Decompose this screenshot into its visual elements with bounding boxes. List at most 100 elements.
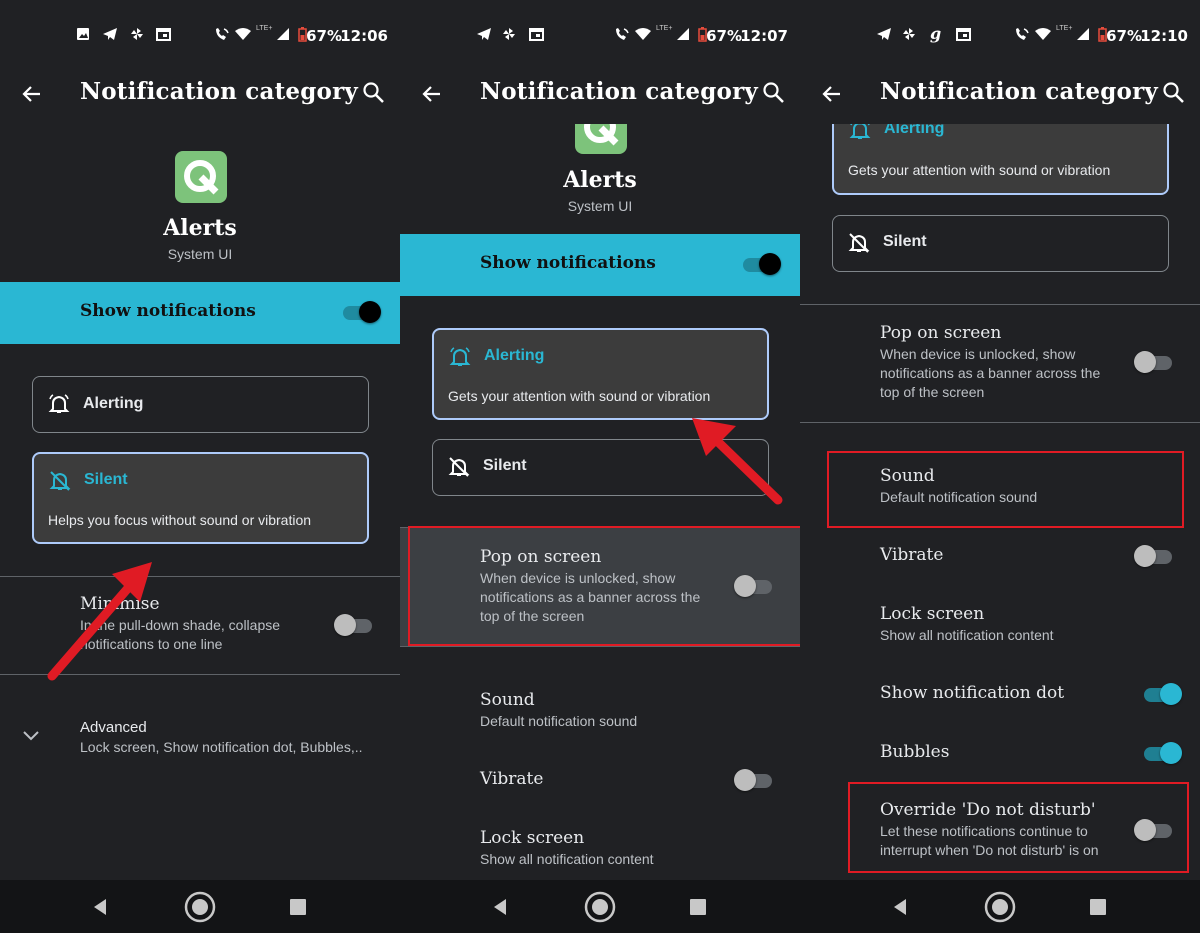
nav-recents-icon[interactable] [690,899,706,915]
notification-dot-toggle[interactable] [1144,683,1182,705]
show-notifications-label: Show notifications [80,301,256,321]
calendar-icon [956,28,971,41]
red-highlight-box [848,782,1189,873]
bubbles-row[interactable]: Bubbles [880,742,1140,762]
sound-row[interactable]: Sound Default notification sound [480,690,740,731]
alerting-description: Gets your attention with sound or vibrat… [848,162,1111,178]
back-arrow-icon[interactable] [20,82,44,106]
bubbles-toggle[interactable] [1144,742,1182,764]
advanced-description: Lock screen, Show notification dot, Bubb… [80,739,363,755]
minimise-toggle[interactable] [334,614,372,636]
lock-screen-description: Show all notification content [880,627,1054,643]
vibrate-toggle[interactable] [1134,545,1172,567]
red-arrow-annotation [692,418,783,505]
wifi-call-icon [616,28,629,40]
search-icon[interactable] [762,81,786,105]
vibrate-row[interactable]: Vibrate [880,545,1140,565]
app-logo [175,151,227,203]
g-icon: g [930,24,942,43]
show-notifications-row[interactable]: Show notifications [0,282,400,344]
silent-description: Helps you focus without sound or vibrati… [48,512,312,528]
nav-home-icon[interactable] [584,891,616,923]
pop-on-screen-toggle[interactable] [1134,351,1172,373]
content: Alerts System UI Show notifications Aler… [0,124,400,880]
lock-screen-row[interactable]: Lock screen Show all notification conten… [480,828,740,869]
alerting-description: Gets your attention with sound or vibrat… [448,388,711,404]
page-title: Notification category [480,78,758,105]
toggle-knob [334,614,356,636]
status-bar: g LTE+ 67% 12:10 [800,0,1200,70]
chevron-down-icon[interactable] [22,730,40,742]
alerting-option[interactable]: Alerting Gets your attention with sound … [432,328,769,420]
notification-dot-row[interactable]: Show notification dot [880,683,1140,703]
sound-title: Sound [480,690,535,710]
silent-label: Silent [483,457,527,474]
app-name: Alerts [163,215,237,241]
alerting-label: Alerting [884,124,945,137]
lock-screen-title: Lock screen [480,828,585,848]
wifi-icon [1035,28,1051,40]
telegram-icon [877,28,891,40]
divider [800,304,1200,305]
wifi-icon [235,28,251,40]
silent-label: Silent [883,233,927,250]
lte-label: LTE+ [656,25,673,32]
show-notifications-toggle[interactable] [343,301,381,323]
alerting-option[interactable]: Alerting [32,376,369,433]
battery-percent: 67% [1106,27,1142,45]
silent-label: Silent [84,471,128,488]
wifi-call-icon [216,28,229,40]
bubbles-title: Bubbles [880,742,950,762]
nav-back-icon[interactable] [492,898,508,916]
back-arrow-icon[interactable] [820,82,844,106]
red-highlight-box [408,526,800,646]
app-subtitle: System UI [567,198,633,214]
nav-recents-icon[interactable] [290,899,306,915]
toggle-knob [759,253,781,275]
alerting-label: Alerting [83,395,144,412]
advanced-row[interactable]: Advanced Lock screen, Show notification … [80,719,390,757]
lock-screen-description: Show all notification content [480,851,654,867]
pinwheel-icon [503,28,515,40]
nav-home-icon[interactable] [184,891,216,923]
back-arrow-icon[interactable] [420,82,444,106]
clock: 12:06 [340,27,388,45]
telegram-icon [477,28,491,40]
bell-icon [449,347,471,366]
app-bar: Notification category [800,70,1200,124]
nav-bar [800,880,1200,933]
silent-option[interactable]: Silent Helps you focus without sound or … [32,452,369,544]
q-logo-icon [584,124,619,146]
pinwheel-icon [131,28,143,40]
show-notifications-label: Show notifications [480,253,656,273]
lte-label: LTE+ [256,25,273,32]
show-notifications-toggle[interactable] [743,253,781,275]
lte-label: LTE+ [1056,25,1073,32]
page-title: Notification category [880,78,1158,105]
app-subtitle: System UI [167,246,233,262]
toggle-knob [1134,351,1156,373]
vibrate-row[interactable]: Vibrate [480,769,740,789]
show-notifications-row[interactable]: Show notifications [400,234,800,296]
alerting-option[interactable]: Alerting Gets your attention with sound … [832,124,1169,195]
wifi-icon [635,28,651,40]
nav-back-icon[interactable] [92,898,108,916]
pop-on-screen-row[interactable]: Pop on screen When device is unlocked, s… [880,323,1120,402]
pinwheel-icon [903,28,915,40]
sound-description: Default notification sound [480,713,638,729]
nav-back-icon[interactable] [892,898,908,916]
divider [800,422,1200,423]
signal-icon [677,28,689,40]
vibrate-toggle[interactable] [734,769,772,791]
silent-option[interactable]: Silent [832,215,1169,272]
nav-recents-icon[interactable] [1090,899,1106,915]
lock-screen-row[interactable]: Lock screen Show all notification conten… [880,604,1140,645]
status-bar: LTE+ 67% 12:07 [400,0,800,70]
nav-home-icon[interactable] [984,891,1016,923]
vibrate-title: Vibrate [480,769,544,789]
battery-percent: 67% [306,27,342,45]
search-icon[interactable] [362,81,386,105]
search-icon[interactable] [1162,81,1186,105]
app-logo [575,124,627,154]
red-highlight-box [827,451,1184,528]
